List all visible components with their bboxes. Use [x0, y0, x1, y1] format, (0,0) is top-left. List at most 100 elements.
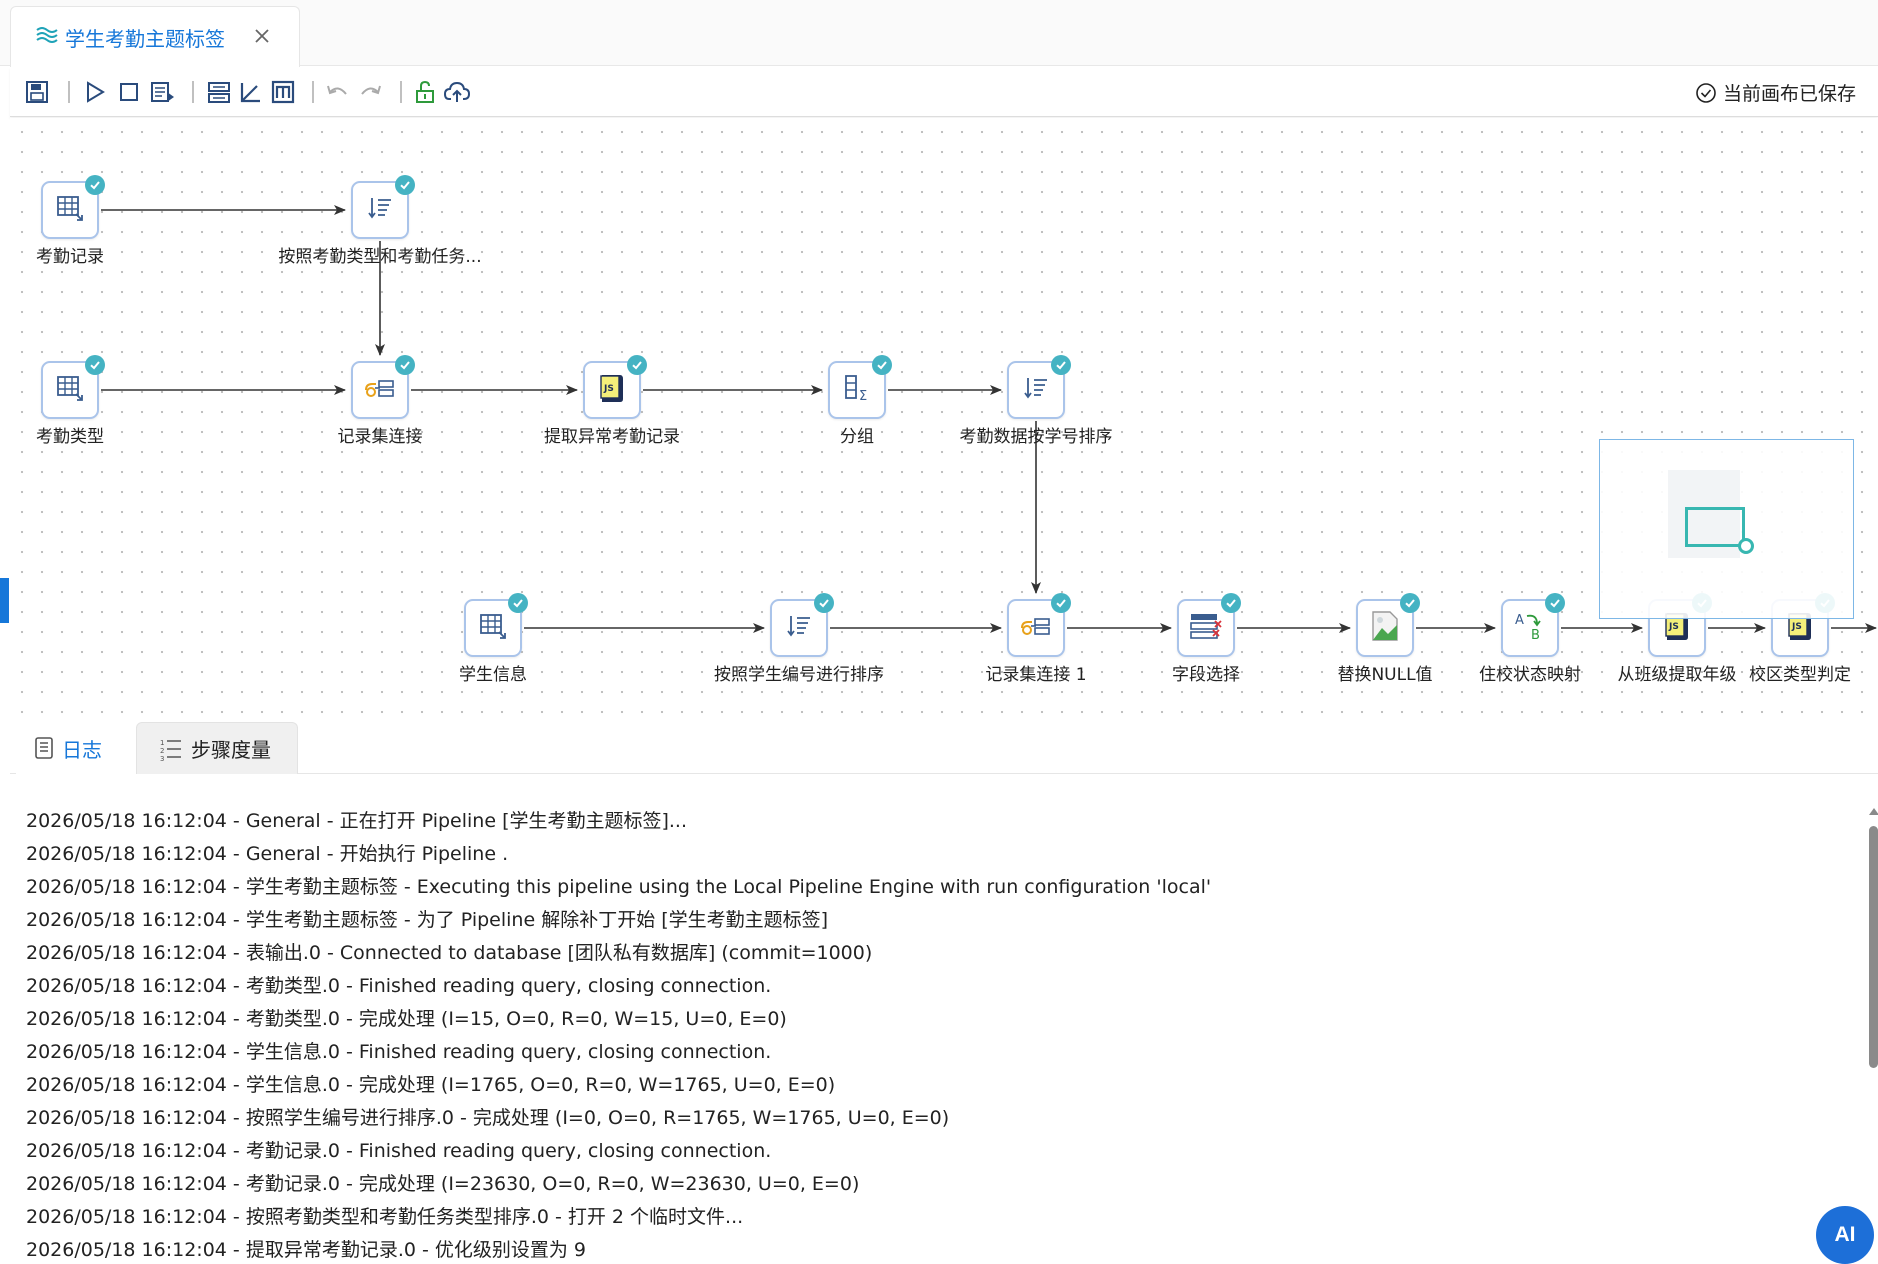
- table-input-icon: [54, 192, 86, 228]
- undo-icon[interactable]: [323, 77, 353, 107]
- minimap-resize-handle[interactable]: [1738, 538, 1754, 554]
- pipeline-step-n4[interactable]: [351, 355, 415, 419]
- log-line: 2026/05/18 16:12:04 - 学生信息.0 - 完成处理 (I=1…: [26, 1074, 836, 1096]
- redo-icon[interactable]: [355, 77, 385, 107]
- pipeline-step-label: 按照考勤类型和考勤任务...: [278, 247, 482, 267]
- status-check-icon: [85, 175, 105, 195]
- svg-text:Σ: Σ: [859, 389, 867, 404]
- pipeline-step-n12[interactable]: [1356, 593, 1420, 657]
- log-output: 2026/05/18 16:12:04 - General - 正在打开 Pip…: [26, 808, 1846, 1264]
- toolbar-separator: [192, 81, 194, 103]
- pipeline-step-label: 记录集连接: [337, 427, 423, 447]
- svg-text:2: 2: [160, 747, 164, 755]
- metrics-icon: 123: [160, 739, 181, 761]
- align-icon[interactable]: [204, 77, 234, 107]
- pipeline-step-n9[interactable]: [770, 593, 834, 657]
- pipeline-step-n1[interactable]: [41, 175, 105, 239]
- tab-title: 学生考勤主题标签: [65, 26, 225, 51]
- svg-text:1: 1: [160, 739, 164, 747]
- log-line: 2026/05/18 16:12:04 - General - 正在打开 Pip…: [26, 810, 688, 832]
- pipeline-step-label: 字段选择: [1172, 665, 1240, 685]
- pipeline-step-label: 考勤数据按学号排序: [959, 427, 1113, 447]
- join-icon: [362, 372, 398, 408]
- pipeline-step-n11[interactable]: [1177, 593, 1241, 657]
- pipeline-step-n13[interactable]: AB: [1501, 593, 1565, 657]
- angle-icon[interactable]: [236, 77, 266, 107]
- pipeline-step-n10[interactable]: [1007, 593, 1071, 657]
- pipeline-step-n3[interactable]: [41, 355, 105, 419]
- pipeline-step-label: 校区类型判定: [1749, 665, 1851, 685]
- run-icon[interactable]: [80, 77, 110, 107]
- unlock-icon[interactable]: [410, 77, 440, 107]
- log-line: 2026/05/18 16:12:04 - 考勤类型.0 - Finished …: [26, 975, 772, 997]
- status-check-icon: [872, 355, 892, 375]
- pipeline-step-label: 从班级提取年级: [1617, 665, 1737, 685]
- log-line: 2026/05/18 16:12:04 - 考勤记录.0 - Finished …: [26, 1140, 772, 1162]
- pipeline-step-n6[interactable]: Σ: [828, 355, 892, 419]
- javascript-icon: JS: [596, 371, 628, 409]
- sort-icon: [783, 610, 815, 646]
- scroll-thumb[interactable]: [1869, 826, 1878, 1068]
- log-line: 2026/05/18 16:12:04 - 按照考勤类型和考勤任务类型排序.0 …: [26, 1206, 744, 1228]
- pipeline-step-label: 提取异常考勤记录: [544, 427, 680, 447]
- log-line: 2026/05/18 16:12:04 - 按照学生编号进行排序.0 - 完成处…: [26, 1107, 950, 1129]
- pipeline-step-label: 记录集连接 1: [985, 665, 1087, 685]
- table-input-icon: [54, 372, 86, 408]
- log-line: 2026/05/18 16:12:04 - 提取异常考勤记录.0 - 优化级别设…: [26, 1239, 587, 1261]
- bottom-panel-tabs: 日志 123 步骤度量: [10, 718, 1878, 774]
- pipeline-step-n5[interactable]: JS: [583, 355, 647, 419]
- log-icon: [35, 737, 53, 759]
- log-line: 2026/05/18 16:12:04 - 考勤类型.0 - 完成处理 (I=1…: [26, 1008, 787, 1030]
- pipeline-edges: [101, 205, 1877, 633]
- m-icon[interactable]: [268, 77, 298, 107]
- pipeline-step-n2[interactable]: [351, 175, 415, 239]
- tab-step-metrics[interactable]: 123 步骤度量: [136, 722, 298, 774]
- pipeline-step-label: 住校状态映射: [1479, 665, 1581, 685]
- status-check-icon: [395, 355, 415, 375]
- status-check-icon: [1400, 593, 1420, 613]
- pipeline-step-n7[interactable]: [1007, 355, 1071, 419]
- toolbar-separator: [400, 81, 402, 103]
- save-status: 当前画布已保存: [1695, 79, 1856, 106]
- svg-text:JS: JS: [603, 384, 614, 394]
- tab-step-metrics-label: 步骤度量: [191, 738, 271, 762]
- log-line: 2026/05/18 16:12:04 - 学生信息.0 - Finished …: [26, 1041, 772, 1063]
- status-check-icon: [508, 593, 528, 613]
- log-scrollbar[interactable]: [1868, 808, 1878, 1264]
- svg-text:JS: JS: [1668, 622, 1679, 632]
- value-mapper-icon: AB: [1513, 610, 1547, 646]
- image-icon: [1368, 609, 1402, 647]
- log-line: 2026/05/18 16:12:04 - 学生考勤主题标签 - Executi…: [26, 876, 1212, 898]
- svg-text:B: B: [1531, 628, 1540, 642]
- save-icon[interactable]: [22, 77, 52, 107]
- status-check-icon: [1051, 593, 1071, 613]
- upload-icon[interactable]: [442, 77, 472, 107]
- tab-bar: 学生考勤主题标签: [0, 0, 1878, 67]
- minimap[interactable]: [1599, 439, 1854, 619]
- preview-icon[interactable]: [148, 77, 178, 107]
- svg-text:3: 3: [160, 755, 164, 761]
- log-line: 2026/05/18 16:12:04 - 考勤记录.0 - 完成处理 (I=2…: [26, 1173, 860, 1195]
- scroll-up-icon[interactable]: [1869, 808, 1878, 815]
- close-icon[interactable]: [251, 25, 273, 47]
- save-status-text: 当前画布已保存: [1722, 83, 1856, 105]
- status-check-icon: [814, 593, 834, 613]
- status-check-icon: [1545, 593, 1565, 613]
- pipeline-step-n8[interactable]: [464, 593, 528, 657]
- pipeline-step-label: 考勤类型: [36, 427, 104, 447]
- ai-assistant-button[interactable]: AI: [1816, 1206, 1874, 1264]
- pipeline-canvas[interactable]: 考勤记录 按照考勤类型和考勤任务... 考勤类型 记录集连接 JS 提取异常考勤记录 Σ 分组…: [10, 118, 1878, 714]
- log-line: 2026/05/18 16:12:04 - 学生考勤主题标签 - 为了 Pipe…: [26, 909, 829, 931]
- svg-text:A: A: [1515, 613, 1524, 628]
- pipeline-step-label: 按照学生编号进行排序: [714, 665, 884, 685]
- pipeline-step-label: 考勤记录: [36, 247, 104, 267]
- stop-icon[interactable]: [114, 77, 144, 107]
- tab-pipeline[interactable]: 学生考勤主题标签: [10, 6, 300, 67]
- check-circle-icon: [1696, 82, 1716, 103]
- log-line: 2026/05/18 16:12:04 - General - 开始执行 Pip…: [26, 843, 509, 865]
- tab-log[interactable]: 日志: [16, 722, 136, 774]
- tab-log-label: 日志: [62, 737, 102, 762]
- toolbar-separator: [68, 81, 70, 103]
- select-fields-icon: [1188, 610, 1224, 646]
- minimap-viewport[interactable]: [1685, 507, 1745, 547]
